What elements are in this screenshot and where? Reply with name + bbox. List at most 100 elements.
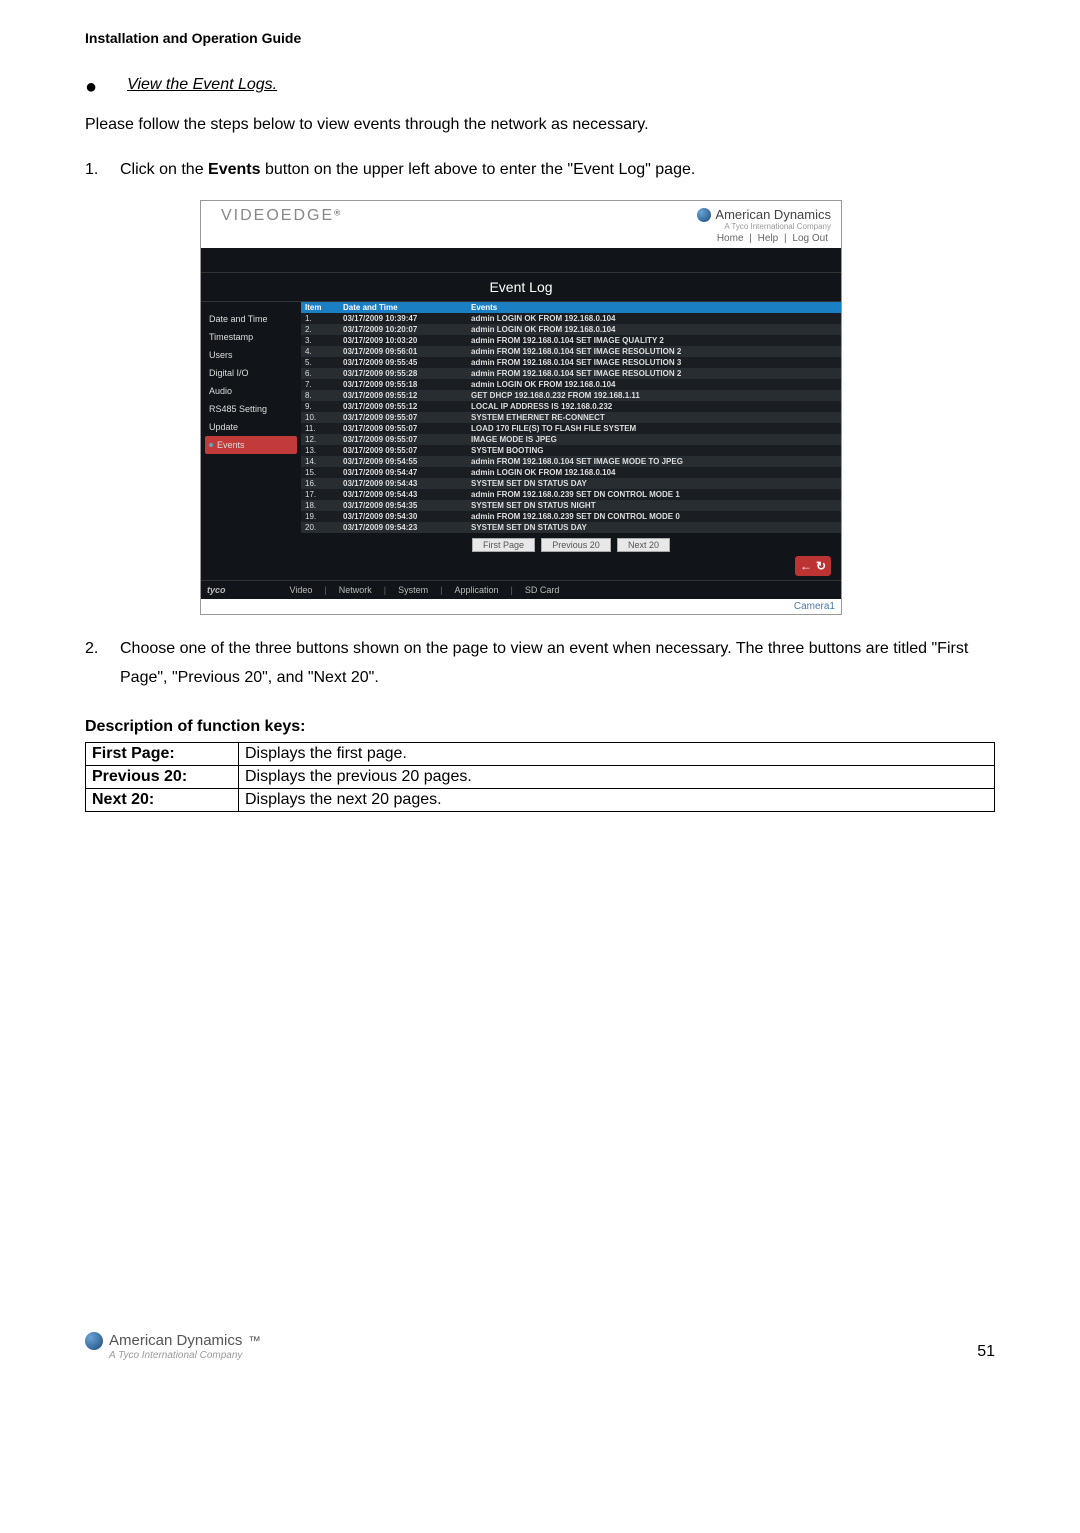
cell-datetime: 03/17/2009 09:55:45 [339,357,467,368]
first-page-button[interactable]: First Page [472,538,535,552]
col-events: Events [467,302,841,313]
bullet-view-event-logs: ● View the Event Logs. [85,76,995,99]
link-logout[interactable]: Log Out [792,233,828,244]
sidebar-item-digital-io[interactable]: Digital I/O [205,364,297,382]
fk-prev20-key: Previous 20: [86,765,239,788]
cell-event: SYSTEM ETHERNET RE-CONNECT [467,412,841,423]
intro-paragraph: Please follow the steps below to view ev… [85,114,995,136]
refresh-icon[interactable]: ↻ [816,559,826,573]
cell-datetime: 03/17/2009 09:54:43 [339,478,467,489]
tab-application[interactable]: Application [454,585,498,595]
cell-datetime: 03/17/2009 09:55:07 [339,434,467,445]
fk-prev20-val: Displays the previous 20 pages. [239,765,995,788]
cell-event: admin LOGIN OK FROM 192.168.0.104 [467,313,841,324]
event-log-screenshot: VIDEOEDGE® American Dynamics A Tyco Inte… [200,200,842,615]
camera-label: Camera1 [201,599,841,614]
cell-item: 5. [301,357,339,368]
step-number: 1. [85,156,120,185]
cell-datetime: 03/17/2009 09:54:35 [339,500,467,511]
table-row: Next 20:Displays the next 20 pages. [86,788,995,811]
cell-item: 7. [301,379,339,390]
link-home[interactable]: Home [717,233,744,244]
cell-item: 4. [301,346,339,357]
step-number: 2. [85,635,120,693]
table-row: 15.03/17/2009 09:54:47admin LOGIN OK FRO… [301,467,841,478]
cell-datetime: 03/17/2009 09:55:12 [339,390,467,401]
sidebar-item-audio[interactable]: Audio [205,382,297,400]
sidebar-item-timestamp[interactable]: Timestamp [205,328,297,346]
cell-event: SYSTEM BOOTING [467,445,841,456]
cell-item: 12. [301,434,339,445]
cell-datetime: 03/17/2009 09:54:55 [339,456,467,467]
cell-item: 20. [301,522,339,533]
cell-event: admin FROM 192.168.0.239 SET DN CONTROL … [467,511,841,522]
cell-event: admin FROM 192.168.0.104 SET IMAGE RESOL… [467,357,841,368]
footer-brand: American Dynamics™ [85,1332,261,1350]
cell-item: 11. [301,423,339,434]
table-row: First Page:Displays the first page. [86,742,995,765]
cell-datetime: 03/17/2009 09:55:07 [339,445,467,456]
table-header: Item Date and Time Events [301,302,841,313]
next-20-button[interactable]: Next 20 [617,538,670,552]
cell-datetime: 03/17/2009 09:56:01 [339,346,467,357]
back-arrow-icon[interactable]: ← [800,559,812,573]
cell-event: LOCAL IP ADDRESS IS 192.168.0.232 [467,401,841,412]
tab-network[interactable]: Network [339,585,372,595]
cell-item: 18. [301,500,339,511]
table-row: 16.03/17/2009 09:54:43SYSTEM SET DN STAT… [301,478,841,489]
table-row: 2.03/17/2009 10:20:07admin LOGIN OK FROM… [301,324,841,335]
bullet-dot-icon: ● [85,76,97,99]
cell-datetime: 03/17/2009 09:55:28 [339,368,467,379]
page-footer: American Dynamics™ A Tyco International … [85,1332,995,1361]
sidebar-item-events[interactable]: Events [205,436,297,454]
col-item: Item [301,302,339,313]
sidebar-item-datetime[interactable]: Date and Time [205,310,297,328]
step-1: 1. Click on the Events button on the upp… [85,156,995,185]
fk-first-page-key: First Page: [86,742,239,765]
function-keys-table: First Page:Displays the first page. Prev… [85,742,995,812]
cell-datetime: 03/17/2009 09:55:18 [339,379,467,390]
cell-item: 16. [301,478,339,489]
sidebar-item-users[interactable]: Users [205,346,297,364]
page-title: Event Log [201,272,841,302]
cell-event: IMAGE MODE IS JPEG [467,434,841,445]
previous-20-button[interactable]: Previous 20 [541,538,611,552]
sidebar-item-rs485[interactable]: RS485 Setting [205,400,297,418]
cell-item: 8. [301,390,339,401]
sidebar: Date and Time Timestamp Users Digital I/… [201,302,301,580]
table-row: 20.03/17/2009 09:54:23SYSTEM SET DN STAT… [301,522,841,533]
table-row: 5.03/17/2009 09:55:45admin FROM 192.168.… [301,357,841,368]
table-row: 1.03/17/2009 10:39:47admin LOGIN OK FROM… [301,313,841,324]
cell-datetime: 03/17/2009 10:39:47 [339,313,467,324]
cell-event: admin LOGIN OK FROM 192.168.0.104 [467,379,841,390]
screenshot-header: VIDEOEDGE® American Dynamics A Tyco Inte… [201,201,841,233]
fk-next20-val: Displays the next 20 pages. [239,788,995,811]
globe-icon [697,208,711,222]
cell-event: admin FROM 192.168.0.104 SET IMAGE RESOL… [467,368,841,379]
tab-video[interactable]: Video [290,585,313,595]
bullet-text: View the Event Logs. [127,76,277,94]
cell-datetime: 03/17/2009 09:55:12 [339,401,467,412]
footer-subtitle: A Tyco International Company [109,1350,261,1361]
cell-event: GET DHCP 192.168.0.232 FROM 192.168.1.11 [467,390,841,401]
link-help[interactable]: Help [758,233,779,244]
running-header: Installation and Operation Guide [85,30,995,46]
cell-datetime: 03/17/2009 10:20:07 [339,324,467,335]
cell-event: SYSTEM SET DN STATUS DAY [467,478,841,489]
table-row: 10.03/17/2009 09:55:07SYSTEM ETHERNET RE… [301,412,841,423]
globe-icon [85,1332,103,1350]
cell-item: 6. [301,368,339,379]
cell-datetime: 03/17/2009 09:54:43 [339,489,467,500]
tab-sdcard[interactable]: SD Card [525,585,560,595]
cell-item: 1. [301,313,339,324]
cell-event: SYSTEM SET DN STATUS NIGHT [467,500,841,511]
cell-event: admin LOGIN OK FROM 192.168.0.104 [467,324,841,335]
table-row: 7.03/17/2009 09:55:18admin LOGIN OK FROM… [301,379,841,390]
cell-event: admin FROM 192.168.0.239 SET DN CONTROL … [467,489,841,500]
active-dot-icon [209,443,213,447]
sidebar-item-update[interactable]: Update [205,418,297,436]
step-2-text: Choose one of the three buttons shown on… [120,635,995,693]
tab-system[interactable]: System [398,585,428,595]
cell-event: admin FROM 192.168.0.104 SET IMAGE RESOL… [467,346,841,357]
cell-item: 9. [301,401,339,412]
